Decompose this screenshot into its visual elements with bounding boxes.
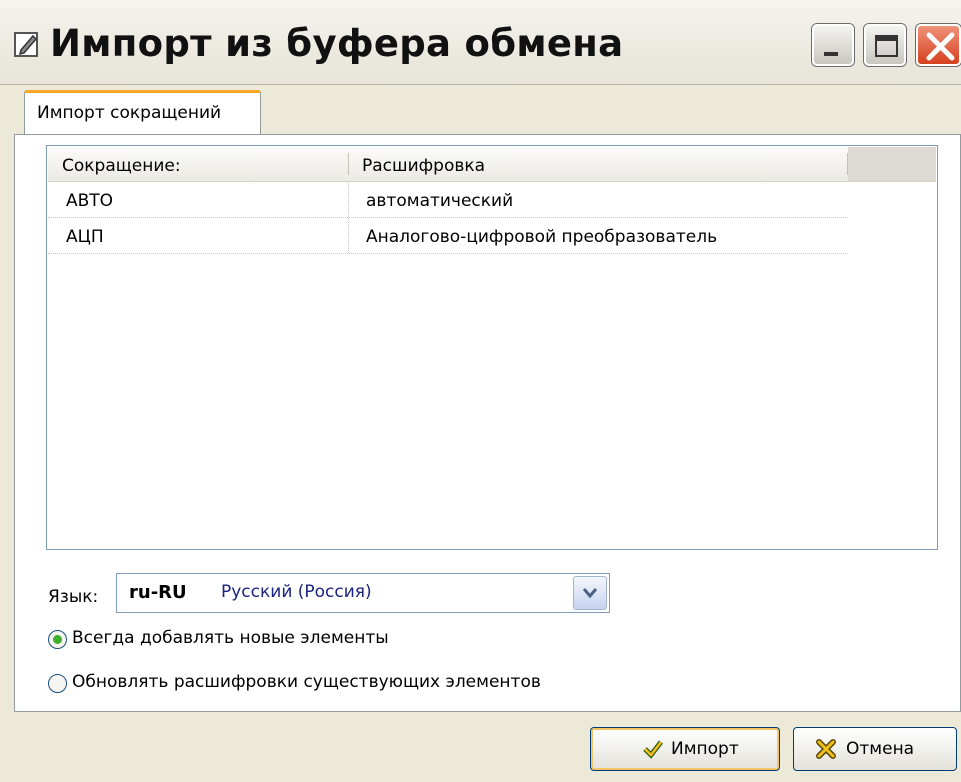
column-header-expansion[interactable]: Расшифровка — [348, 147, 848, 181]
minimize-icon — [824, 52, 838, 56]
column-header-abbreviation[interactable]: Сокращение: — [48, 147, 348, 181]
cell-abbreviation: АЦП — [48, 218, 349, 253]
cell-abbreviation: АВТО — [48, 182, 349, 217]
radio-add-new-items[interactable] — [48, 630, 67, 649]
minimize-button[interactable] — [812, 24, 854, 66]
language-label: Язык: — [48, 587, 99, 607]
import-button[interactable]: Импорт — [590, 727, 780, 771]
language-select[interactable]: ru-RU Русский (Россия) — [116, 573, 610, 613]
title-bar[interactable]: Импорт из буфера обмена — [0, 0, 961, 85]
radio-update-expansions[interactable] — [48, 674, 67, 693]
cancel-button-label: Отмена — [846, 739, 915, 759]
tab-label: Импорт сокращений — [37, 103, 222, 123]
close-button[interactable] — [916, 24, 961, 66]
import-button-label: Импорт — [671, 739, 739, 759]
edit-document-icon — [14, 30, 40, 58]
maximize-icon — [875, 35, 898, 57]
header-filler — [848, 147, 936, 181]
chevron-down-icon — [582, 588, 598, 599]
radio-label-update[interactable]: Обновлять расшифровки существующих элеме… — [72, 672, 541, 692]
maximize-button[interactable] — [864, 24, 906, 66]
language-code: ru-RU — [129, 582, 187, 603]
radio-label-add-new[interactable]: Всегда добавлять новые элементы — [72, 628, 389, 648]
language-dropdown-button[interactable] — [573, 576, 607, 610]
language-name: Русский (Россия) — [221, 582, 372, 602]
cell-expansion: автоматический — [366, 191, 514, 211]
tab-import-abbreviations[interactable]: Импорт сокращений — [24, 90, 261, 134]
grid-header: Сокращение: Расшифровка — [48, 147, 936, 182]
import-clipboard-dialog: Импорт из буфера обмена Импорт сокращени… — [0, 0, 961, 782]
window-title: Импорт из буфера обмена — [50, 22, 624, 65]
table-row[interactable]: АЦП Аналогово-цифровой преобразователь — [48, 218, 848, 254]
cancel-button[interactable]: Отмена — [793, 727, 957, 771]
cell-expansion: Аналогово-цифровой преобразователь — [366, 227, 718, 247]
radio-selected-dot — [53, 635, 62, 644]
cross-icon — [816, 739, 836, 759]
close-icon — [926, 32, 955, 61]
table-row[interactable]: АВТО автоматический — [48, 182, 848, 218]
abbreviations-grid[interactable]: Сокращение: Расшифровка АВТО автоматичес… — [46, 145, 938, 550]
checkmark-icon — [643, 739, 663, 759]
